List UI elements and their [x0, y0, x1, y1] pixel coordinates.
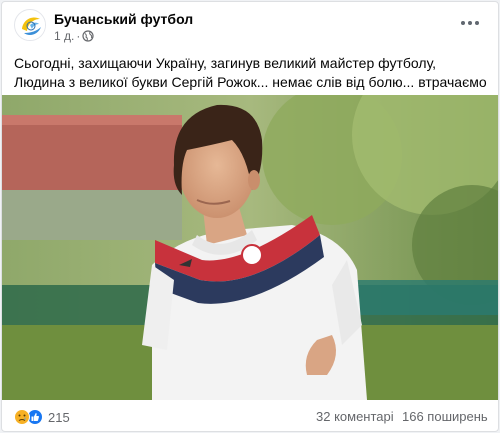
shares-count-link[interactable]: 166 поширень [402, 409, 488, 424]
reaction-count: 215 [48, 409, 70, 425]
page-name-link[interactable]: Бучанський футбол [54, 11, 193, 27]
meta-separator: · [76, 29, 81, 43]
post-footer: 215 32 коментарі 166 поширень [2, 400, 498, 431]
more-options-button[interactable] [458, 14, 482, 32]
page-avatar[interactable] [14, 9, 46, 41]
post-meta: 1 д. · [54, 29, 94, 43]
post-header: Бучанський футбол 1 д. · [2, 2, 498, 46]
ellipsis-icon [475, 21, 479, 25]
post-photo[interactable] [2, 95, 498, 400]
sad-reaction-icon [14, 409, 30, 425]
reactions-summary[interactable]: 215 [14, 409, 70, 425]
comments-count-link[interactable]: 32 коментарі [316, 409, 394, 424]
facebook-post: Бучанський футбол 1 д. · Сьогодні, захищ… [1, 1, 499, 432]
post-timestamp[interactable]: 1 д. [54, 29, 74, 43]
globe-icon [82, 30, 94, 42]
ellipsis-icon [461, 21, 465, 25]
ellipsis-icon [468, 21, 472, 25]
